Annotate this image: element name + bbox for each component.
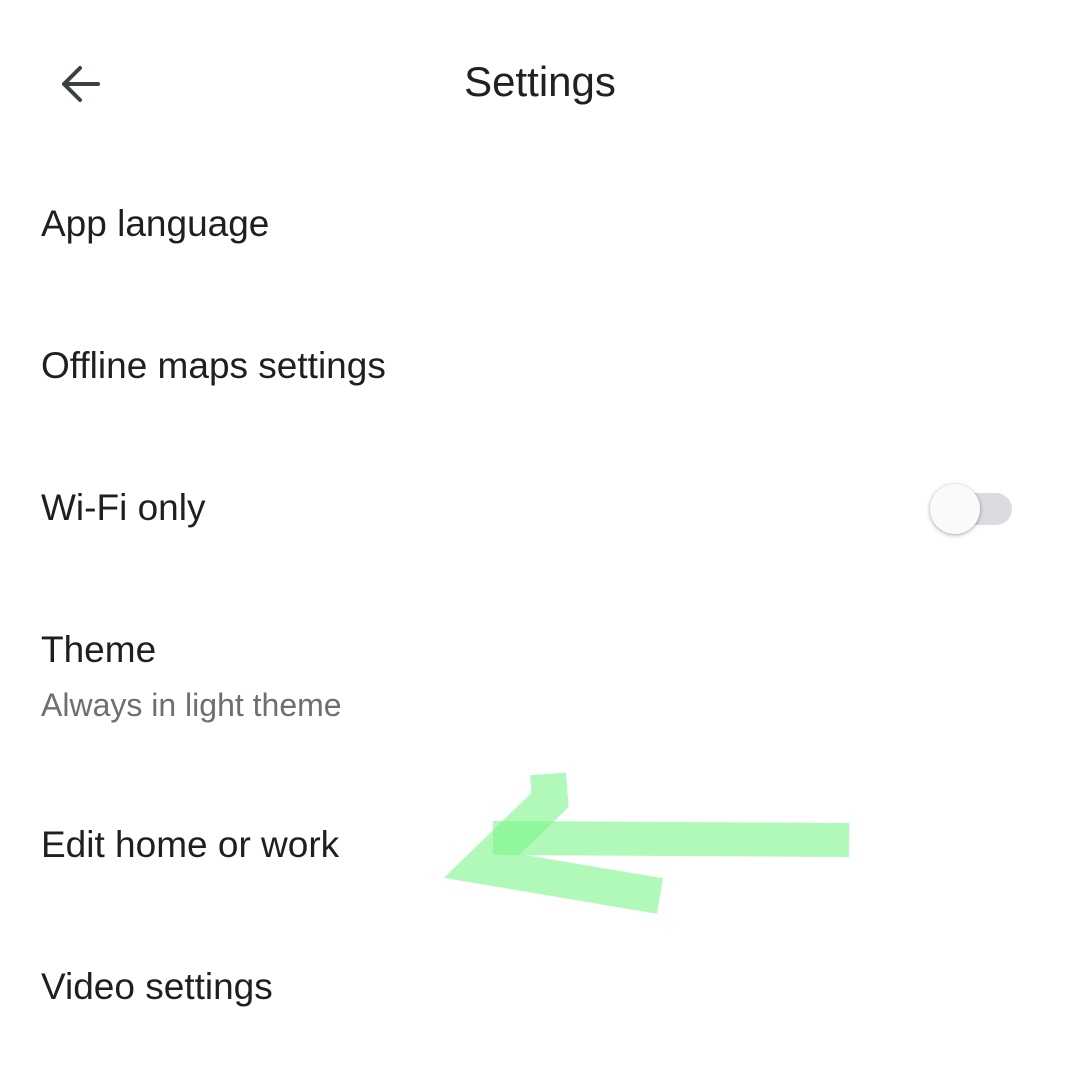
settings-item-app-language[interactable]: App language <box>0 153 1080 295</box>
settings-item-video-settings[interactable]: Video settings <box>0 916 1080 1058</box>
settings-item-theme[interactable]: Theme Always in light theme <box>0 579 1080 774</box>
toggle-thumb <box>930 484 980 534</box>
item-label: Edit home or work <box>41 824 340 865</box>
item-label: Offline maps settings <box>41 345 386 386</box>
page-title: Settings <box>464 58 616 105</box>
item-label: Wi-Fi only <box>41 487 206 528</box>
settings-item-wifi-only[interactable]: Wi-Fi only <box>0 437 1080 579</box>
item-label: Video settings <box>41 966 273 1007</box>
item-label: Theme <box>41 629 157 670</box>
settings-item-edit-home-work[interactable]: Edit home or work <box>0 774 1080 916</box>
item-subtitle: Always in light theme <box>41 687 342 723</box>
settings-item-offline-maps[interactable]: Offline maps settings <box>0 295 1080 437</box>
wifi-only-toggle[interactable] <box>930 483 1014 535</box>
app-bar: Settings <box>0 0 1080 165</box>
settings-list: App language Offline maps settings Wi-Fi… <box>0 153 1080 1058</box>
item-label: App language <box>41 203 270 244</box>
